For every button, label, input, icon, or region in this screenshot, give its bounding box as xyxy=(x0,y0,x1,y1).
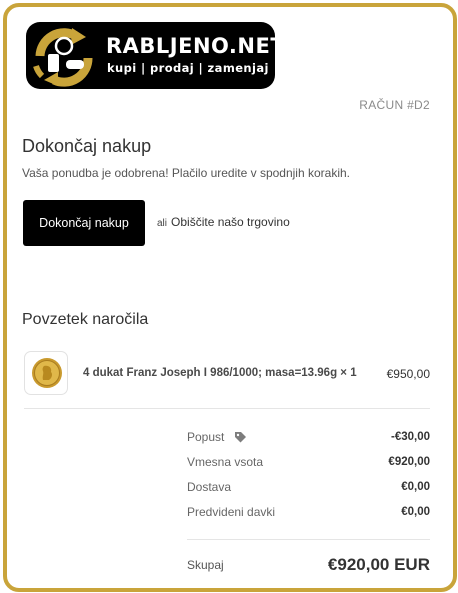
divider xyxy=(24,408,430,409)
shipping-value: €0,00 xyxy=(401,481,430,493)
total-divider xyxy=(187,539,430,540)
order-number: RAČUN #D2 xyxy=(359,98,430,112)
taxes-value: €0,00 xyxy=(401,506,430,518)
gamepad-icon xyxy=(66,60,84,69)
product-price: €950,00 xyxy=(386,367,430,381)
summary-row-shipping: Dostava €0,00 xyxy=(187,480,430,494)
finish-purchase-button[interactable]: Dokončaj nakup xyxy=(23,200,145,246)
summary-row-taxes: Predvideni davki €0,00 xyxy=(187,505,430,519)
page-title: Dokončaj nakup xyxy=(22,136,152,156)
page-frame xyxy=(3,3,457,592)
subtotal-label: Vmesna vsota xyxy=(187,455,264,469)
brand-logo[interactable]: RABLJENO.NET kupi | prodaj | zamenjaj xyxy=(26,22,275,89)
total-value: €920,00 EUR xyxy=(327,555,430,574)
gold-coin-icon xyxy=(32,358,62,388)
product-name: 4 dukat Franz Joseph I 986/1000; masa=13… xyxy=(83,367,357,379)
shipping-label: Dostava xyxy=(187,480,232,494)
discount-label-wrap: Popust xyxy=(187,430,247,444)
total-label: Skupaj xyxy=(187,558,224,572)
visit-shop-link[interactable]: Obiščite našo trgovino xyxy=(171,215,290,229)
tag-icon xyxy=(234,432,246,443)
summary-total: Skupaj €920,00 EUR xyxy=(187,555,430,575)
phone-icon xyxy=(48,54,59,72)
recycle-arrows-icon xyxy=(33,28,93,87)
brand-name: RABLJENO.NET xyxy=(106,34,275,58)
summary-row-subtotal: Vmesna vsota €920,00 xyxy=(187,455,430,469)
taxes-label: Predvideni davki xyxy=(187,505,276,519)
summary-title: Povzetek naročila xyxy=(22,311,149,328)
approval-message: Vaša ponudba je odobrena! Plačilo uredit… xyxy=(22,166,350,180)
or-text: ali xyxy=(157,218,168,229)
subtotal-value: €920,00 xyxy=(388,456,430,468)
product-thumbnail xyxy=(24,351,68,395)
shop-link-wrap: ali Obiščite našo trgovino xyxy=(157,215,290,229)
summary-row-discount: Popust -€30,00 xyxy=(187,430,430,444)
discount-value: -€30,00 xyxy=(390,431,430,444)
ring-icon xyxy=(54,36,74,56)
brand-tagline: kupi | prodaj | zamenjaj xyxy=(107,61,269,75)
discount-label: Popust xyxy=(187,430,225,444)
